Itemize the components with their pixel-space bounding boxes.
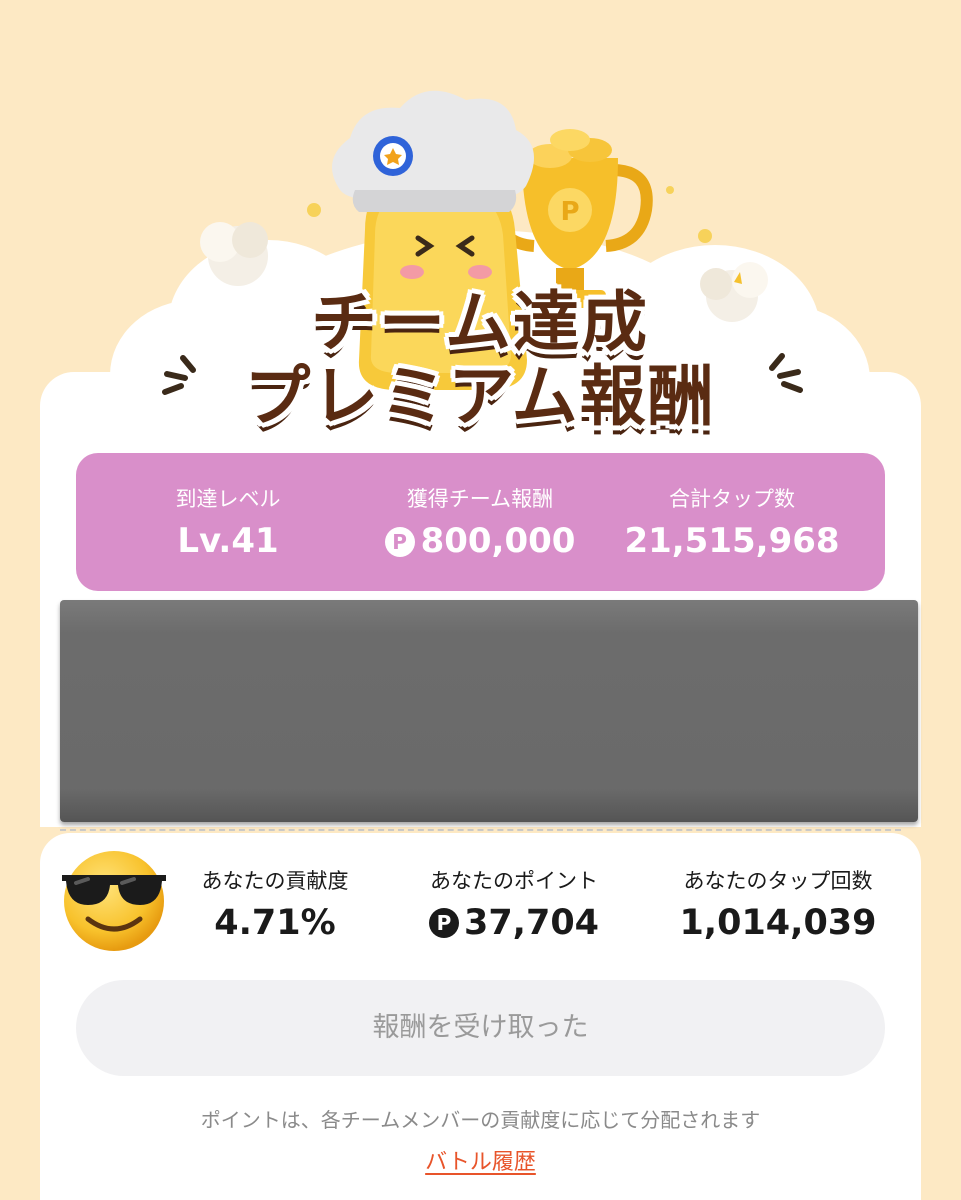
points-label: あなたのポイント [430, 869, 598, 893]
points-value-wrap: P 37,704 [400, 900, 628, 946]
personal-points: あなたのポイント P 37,704 [400, 866, 628, 946]
sunglasses-face-icon [62, 851, 166, 951]
reward-title: チーム達成 プレミアム報酬 [160, 286, 800, 434]
point-coin-icon: P [428, 908, 459, 938]
point-coin-icon: P [384, 527, 415, 557]
contribution-value: 4.71% [214, 903, 336, 943]
title-line-2: プレミアム報酬 [244, 358, 716, 435]
stat-taps-value: 21,515,968 [624, 521, 840, 561]
sparkle-icon [307, 203, 321, 217]
personal-taps-value: 1,014,039 [679, 903, 877, 943]
svg-text:P: P [560, 197, 579, 227]
popcorn-icon [200, 222, 268, 286]
stat-level-label: 到達レベル [175, 487, 281, 511]
points-value: 37,704 [463, 903, 600, 943]
battle-history-link[interactable]: バトル履歴 [425, 1150, 536, 1175]
stat-level: 到達レベル Lv.41 [106, 453, 350, 591]
stat-reward-label: 獲得チーム報酬 [406, 487, 554, 511]
battle-history-link-wrap: バトル履歴 [40, 1144, 921, 1176]
personal-taps: あなたのタップ回数 1,014,039 [660, 866, 896, 946]
distribution-note: ポイントは、各チームメンバーの貢献度に応じて分配されます [200, 1108, 761, 1132]
personal-taps-label: あなたのタップ回数 [683, 869, 873, 893]
reward-screen: P チーム達成 プレミアム報酬 到達レベル Lv.41 獲得チーム報酬 P 80… [0, 0, 961, 1200]
divider [60, 829, 901, 831]
claim-reward-button[interactable]: 報酬を受け取った [76, 980, 885, 1076]
stat-level-value: Lv.41 [177, 521, 279, 561]
title-line-1: チーム達成 [310, 284, 650, 361]
sparkle-icon [698, 229, 712, 243]
contribution-label: あなたの貢献度 [201, 869, 349, 893]
stat-reward-value-wrap: P 800,000 [358, 521, 602, 561]
personal-contribution: あなたの貢献度 4.71% [182, 866, 368, 946]
stat-total-taps: 合計タップ数 21,515,968 [610, 453, 854, 591]
redacted-member-list [60, 600, 918, 822]
stat-taps-label: 合計タップ数 [669, 487, 795, 511]
team-stats-panel: 到達レベル Lv.41 獲得チーム報酬 P 800,000 合計タップ数 21,5… [76, 453, 885, 591]
stat-reward-value: 800,000 [420, 521, 576, 561]
stat-team-reward: 獲得チーム報酬 P 800,000 [358, 453, 602, 591]
